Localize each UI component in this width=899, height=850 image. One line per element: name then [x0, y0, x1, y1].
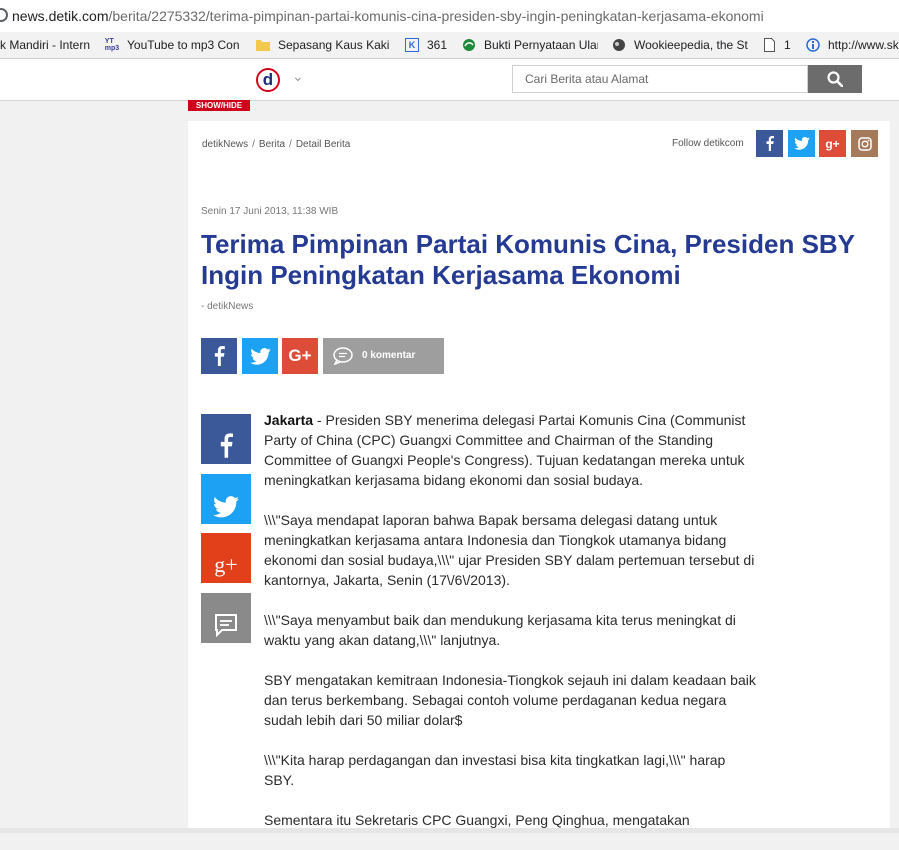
breadcrumb-berita[interactable]: Berita: [259, 139, 285, 150]
facebook-icon: [214, 346, 225, 366]
taskbar-edge: [0, 828, 899, 833]
paragraph: \\\"Kita harap perdagangan dan investasi…: [264, 752, 726, 788]
detik-logo[interactable]: d: [256, 68, 280, 92]
share-twitter-button[interactable]: [242, 338, 278, 374]
article-date: Senin 17 Juni 2013, 11:38 WIB: [201, 206, 339, 217]
follow-label: Follow detikcom: [672, 138, 744, 149]
twitter-icon: [793, 137, 810, 150]
yt-mp3-icon: YT mp3: [105, 38, 120, 52]
bookmark-361[interactable]: K 361: [405, 37, 453, 53]
comment-count: 0 komentar: [362, 350, 416, 361]
share-facebook-button[interactable]: [201, 338, 237, 374]
side-share-twitter-button[interactable]: [201, 474, 251, 524]
paragraph: \\\"Saya mendapat laporan bahwa Bapak be…: [264, 512, 755, 588]
facebook-icon: [766, 136, 774, 151]
paragraph: \\\"Saya menyambut baik dan mendukung ke…: [264, 612, 736, 648]
chevron-down-icon[interactable]: ⌄: [292, 68, 304, 85]
follow-google-plus-button[interactable]: g+: [819, 130, 846, 157]
side-comment-button[interactable]: [201, 593, 251, 643]
paragraph: SBY mengatakan kemitraan Indonesia-Tiong…: [264, 672, 756, 728]
show-hide-button[interactable]: SHOW/HIDE: [188, 100, 250, 111]
article-body: Jakarta - Presiden SBY menerima delegasi…: [264, 410, 756, 850]
google-plus-icon: g+: [825, 136, 840, 151]
breadcrumb-detail: Detail Berita: [295, 139, 351, 150]
bookmark-youtube-mp3[interactable]: YT mp3 YouTube to mp3 Con: [105, 37, 243, 53]
comment-icon: [333, 347, 353, 365]
breadcrumb: detikNews / Berita / Detail Berita: [202, 139, 351, 150]
info-icon[interactable]: [0, 8, 8, 22]
follow-twitter-button[interactable]: [788, 130, 815, 157]
google-plus-icon: G+: [288, 346, 312, 365]
bookmark-sepasang[interactable]: Sepasang Kaus Kaki H: [256, 37, 392, 53]
url-text[interactable]: news.detik.com/berita/2275332/terima-pim…: [12, 8, 764, 24]
side-share-facebook-button[interactable]: [201, 414, 251, 464]
bookmarks-bar: k Mandiri - Intern YT mp3 YouTube to mp3 …: [0, 32, 899, 59]
address-bar[interactable]: news.detik.com/berita/2275332/terima-pim…: [0, 0, 899, 33]
facebook-icon: [220, 433, 233, 458]
page-icon: [762, 38, 776, 52]
comment-button[interactable]: 0 komentar: [323, 338, 444, 374]
google-plus-icon: g+: [214, 552, 238, 577]
comment-icon: [215, 614, 237, 637]
paragraph: Jakarta - Presiden SBY menerima delegasi…: [264, 412, 746, 488]
bookmark-page[interactable]: 1: [762, 37, 794, 53]
twitter-icon: [213, 496, 239, 518]
info-icon: [806, 38, 820, 52]
breadcrumb-detiknews[interactable]: detikNews: [202, 139, 248, 150]
bookmark-mandiri[interactable]: k Mandiri - Intern: [0, 37, 92, 53]
search-button[interactable]: [808, 65, 862, 93]
bookmark-wookieepedia[interactable]: Wookieepedia, the St: [612, 37, 749, 53]
article-source: - detikNews: [201, 301, 254, 312]
globe-icon: [612, 38, 626, 52]
site-header: d ⌄: [0, 59, 899, 101]
k-icon: K: [405, 38, 419, 52]
leaf-icon: [462, 38, 476, 52]
bookmark-http[interactable]: http://www.sk: [806, 37, 899, 53]
article-title: Terima Pimpinan Partai Komunis Cina, Pre…: [201, 229, 855, 290]
follow-facebook-button[interactable]: [756, 130, 783, 157]
follow-instagram-button[interactable]: [851, 130, 878, 157]
folder-icon: [256, 38, 270, 52]
search-icon: [827, 71, 843, 87]
share-google-plus-button[interactable]: G+: [282, 338, 318, 374]
bookmark-bukti[interactable]: Bukti Pernyataan Ular: [462, 37, 598, 53]
dateline: Jakarta: [264, 412, 314, 428]
side-share-google-plus-button[interactable]: g+: [201, 533, 251, 583]
instagram-icon: [857, 136, 872, 151]
search-input[interactable]: [512, 65, 808, 93]
paragraph: Sementara itu Sekretaris CPC Guangxi, Pe…: [264, 812, 690, 828]
twitter-icon: [249, 347, 271, 365]
